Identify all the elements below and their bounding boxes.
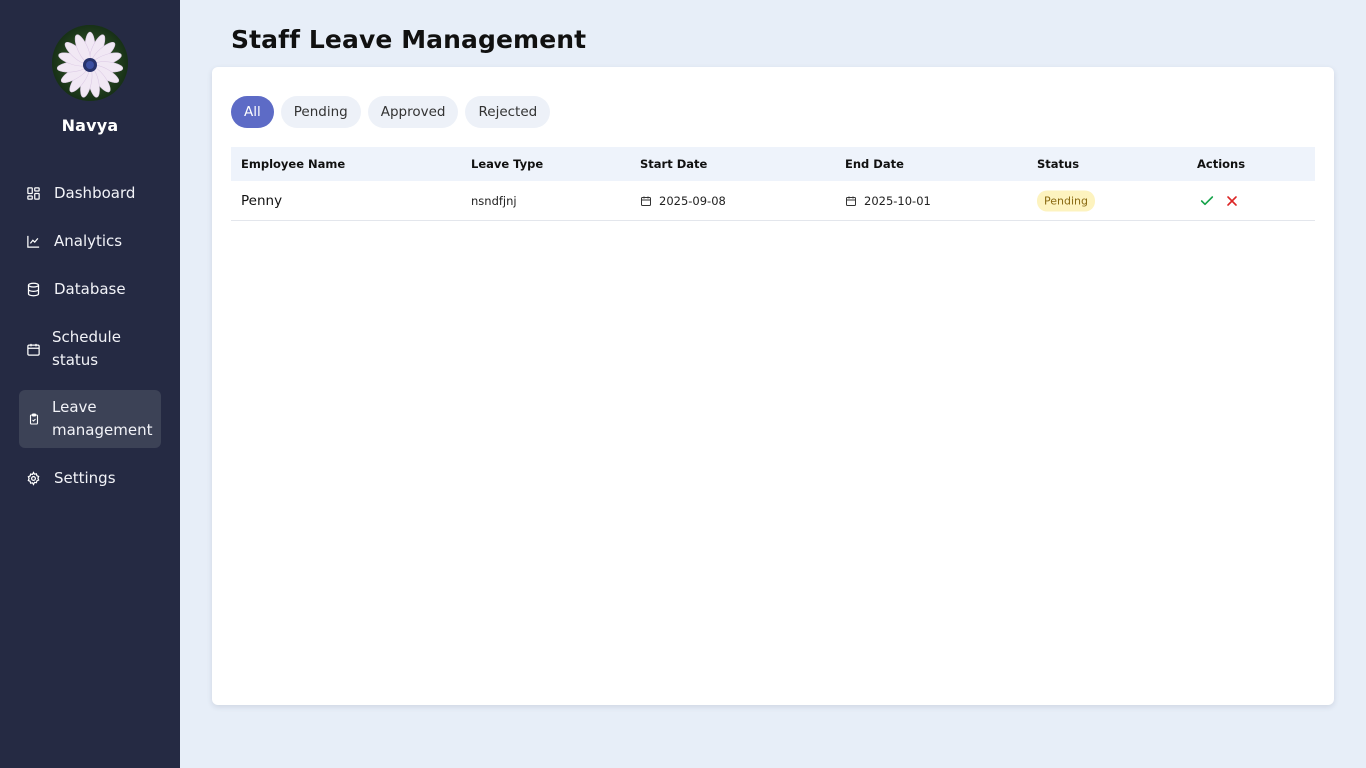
end-date-cell: 2025-10-01: [845, 194, 931, 208]
sidebar-item-dashboard[interactable]: Dashboard: [19, 181, 161, 205]
filter-tabs: All Pending Approved Rejected: [231, 96, 551, 128]
clipboard-icon: [26, 412, 41, 427]
sidebar-item-label: Database: [54, 279, 126, 298]
page-title: Staff Leave Management: [231, 25, 587, 54]
sidebar-item-label: Schedule status: [52, 328, 121, 369]
approve-button[interactable]: [1197, 191, 1217, 211]
sidebar-item-schedule-status[interactable]: Schedule status: [19, 325, 161, 373]
header-status[interactable]: Status: [1037, 157, 1079, 171]
avatar[interactable]: [52, 25, 128, 101]
calendar-icon: [26, 342, 41, 357]
status-badge: Pending: [1037, 190, 1095, 211]
sidebar-item-analytics[interactable]: Analytics: [19, 229, 161, 253]
sidebar-item-label: Settings: [54, 468, 116, 487]
close-icon: [1224, 193, 1240, 209]
status-cell: Pending: [1037, 190, 1095, 211]
start-date-cell: 2025-09-08: [640, 194, 726, 208]
filter-pending-button[interactable]: Pending: [280, 96, 361, 128]
header-actions: Actions: [1197, 157, 1246, 171]
sidebar-item-label: Analytics: [54, 231, 123, 250]
leave-card: All Pending Approved Rejected Employee N…: [212, 67, 1334, 705]
start-date: 2025-09-08: [659, 193, 726, 208]
leave-type: nsndfjnj: [471, 193, 517, 208]
check-icon: [1199, 193, 1215, 209]
filter-rejected-button[interactable]: Rejected: [465, 96, 551, 128]
sidebar-item-database[interactable]: Database: [19, 277, 161, 301]
header-leave-type[interactable]: Leave Type: [471, 157, 543, 171]
chart-line-icon: [26, 234, 41, 249]
table-header: Employee Name Leave Type Start Date End …: [231, 147, 1315, 181]
header-start-date[interactable]: Start Date: [640, 157, 707, 171]
database-icon: [26, 282, 41, 297]
end-date: 2025-10-01: [864, 193, 931, 208]
employee-name: Penny: [241, 192, 283, 209]
sidebar-item-leave-management[interactable]: Leave management: [19, 390, 161, 448]
filter-all-button[interactable]: All: [231, 96, 274, 128]
actions-cell: [1197, 191, 1247, 211]
sidebar-item-label: Leave management: [52, 398, 153, 439]
user-name: Navya: [61, 116, 119, 135]
reject-button[interactable]: [1222, 191, 1242, 211]
gear-icon: [26, 470, 41, 486]
filter-approved-button[interactable]: Approved: [367, 96, 459, 128]
sidebar-item-label: Dashboard: [54, 183, 136, 202]
calendar-icon: [845, 195, 857, 207]
sidebar: Navya Dashboard Analytics Database Sched…: [0, 0, 180, 768]
dashboard-icon: [26, 186, 41, 201]
calendar-icon: [640, 195, 652, 207]
header-employee-name[interactable]: Employee Name: [241, 157, 345, 171]
header-end-date[interactable]: End Date: [845, 157, 904, 171]
sidebar-item-settings[interactable]: Settings: [19, 466, 161, 490]
table-row[interactable]: Penny nsndfjnj 2025-09-08 2025-10-01 Pen…: [231, 181, 1315, 221]
leave-table: Employee Name Leave Type Start Date End …: [231, 147, 1315, 221]
